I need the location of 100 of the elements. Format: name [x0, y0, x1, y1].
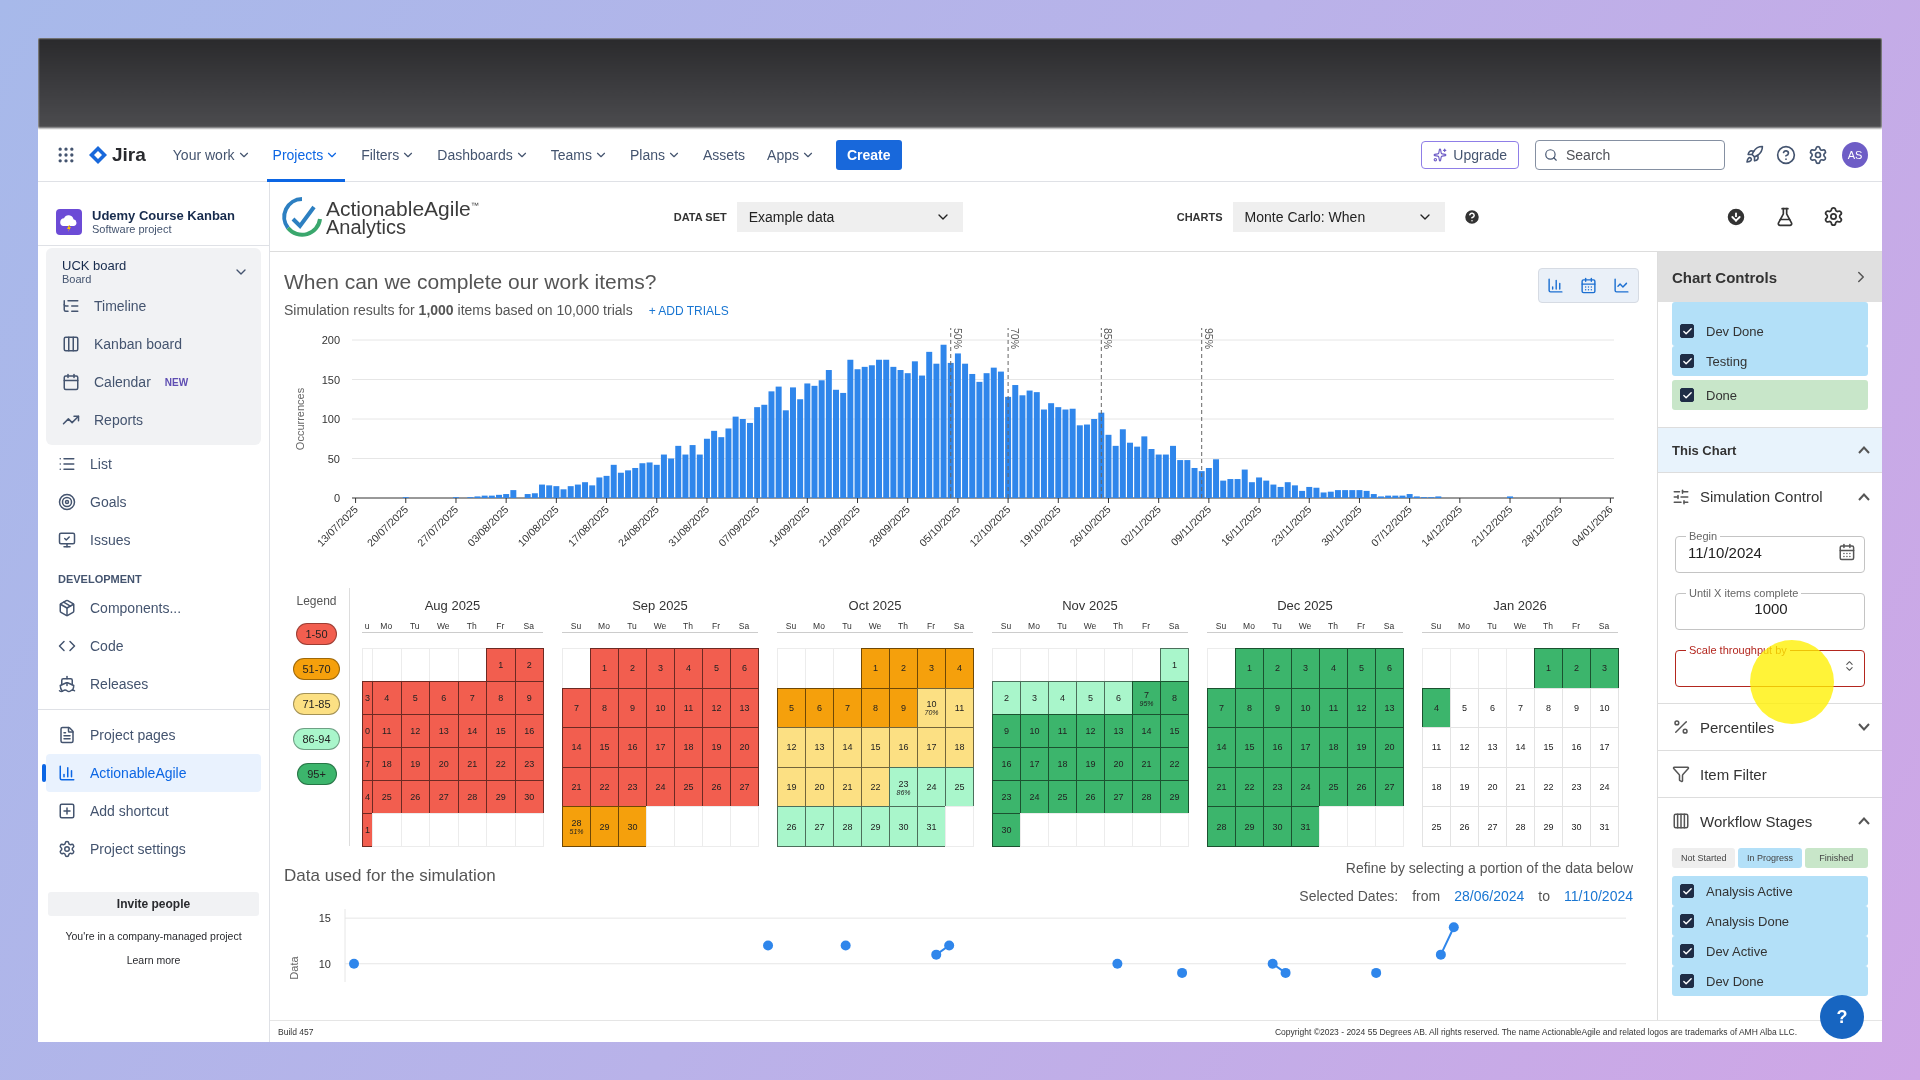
invite-button[interactable]: Invite people — [48, 892, 259, 916]
day-cell: 23 — [514, 747, 544, 781]
day-cell: 25 — [1048, 780, 1077, 814]
day-cell: 6 — [429, 681, 459, 715]
stage-row[interactable]: Testing — [1672, 346, 1868, 376]
tick-label: 100 — [321, 413, 340, 425]
day-cell: 21 — [1132, 747, 1161, 781]
weekday-label: Mo — [372, 619, 401, 633]
weekday-label: Sa — [1590, 619, 1618, 633]
day-cell: 20 — [429, 747, 459, 781]
day-cell: 27 — [429, 780, 459, 814]
board-name: UCK board — [62, 258, 127, 273]
stage-row[interactable]: Dev Active — [1672, 936, 1868, 966]
stage-label: Dev Active — [1706, 943, 1768, 959]
sidebar-item[interactable]: Code — [46, 627, 261, 665]
day-cell: 2 — [1562, 648, 1591, 689]
stage-row[interactable]: Analysis Active — [1672, 876, 1868, 906]
sidebar-item[interactable]: Releases — [46, 665, 261, 703]
day-cell: 30 — [1263, 806, 1292, 847]
day-cell: 27 — [730, 766, 759, 808]
project-type: Software project — [92, 223, 173, 235]
weekday-label: Su — [992, 619, 1020, 633]
day-cell: 28 — [1207, 806, 1236, 847]
field-input[interactable]: 1000 — [1686, 599, 1856, 618]
day-cell: 15 — [861, 727, 890, 768]
field-input[interactable]: 11/10/2024 — [1686, 542, 1839, 562]
day-cell: 3 — [646, 648, 675, 689]
nav-menu[interactable]: Apps — [761, 127, 821, 182]
day-cell: 16 — [889, 727, 918, 768]
stage-row[interactable]: Dev Done — [1672, 302, 1868, 346]
search-field[interactable]: Search — [1535, 139, 1725, 170]
weekday-label: We — [1506, 619, 1534, 633]
dataset-select[interactable]: Example data — [736, 201, 963, 232]
legend-pill: 86-94 — [293, 728, 340, 750]
nav-menu[interactable]: Teams — [544, 127, 614, 182]
nav-menu[interactable]: Plans — [624, 127, 688, 182]
weekday-label: We — [1291, 619, 1319, 633]
nav-menu[interactable]: Your work — [166, 127, 257, 182]
sidebar-item[interactable]: Reports — [50, 401, 257, 439]
add-trials-link[interactable]: + ADD TRIALS — [648, 304, 729, 318]
stage-row[interactable]: Analysis Done — [1672, 906, 1868, 936]
chart-subtitle: Simulation results for 1,000 items based on 10,000 trials — [284, 302, 633, 318]
axis-title: Data — [288, 956, 300, 980]
learn-more-link[interactable]: Learn more — [46, 954, 261, 966]
section-heading: DEVELOPMENT — [57, 572, 143, 587]
to-date-link[interactable]: 11/10/2024 — [1563, 888, 1633, 904]
legend-pill: 95+ — [296, 763, 337, 785]
day-cell: 20 — [1375, 727, 1404, 768]
board-selector[interactable]: UCK board Board — [50, 252, 257, 287]
create-button[interactable]: Create — [835, 139, 902, 170]
board-type: Board — [62, 273, 93, 285]
day-cell: 17 — [646, 727, 675, 768]
nav-menu[interactable]: Filters — [355, 127, 422, 182]
project-note: You're in a company-managed project — [64, 930, 243, 942]
month-title: Sep 2025 — [631, 597, 689, 615]
stage-row[interactable]: Dev Done — [1672, 966, 1868, 996]
help-button[interactable]: ? — [1820, 995, 1864, 1039]
day-cell: 5 — [702, 648, 731, 689]
sidebar-item[interactable]: Kanban board — [50, 325, 257, 363]
sidebar-item[interactable]: Project settings — [46, 830, 261, 868]
weekday-label: Th — [889, 619, 917, 633]
day-cell: 4 — [1319, 648, 1348, 689]
day-number: 23 — [898, 778, 909, 789]
weekday-label: Th — [1104, 619, 1132, 633]
user-avatar[interactable]: AS — [1842, 141, 1868, 168]
nav-menu[interactable]: Projects — [266, 127, 346, 182]
stage-chip: Finished — [1804, 848, 1868, 868]
day-cell: 10 — [1590, 687, 1619, 729]
weekday-label: Mo — [1020, 619, 1048, 633]
nav-menu[interactable]: Assets — [697, 127, 752, 182]
percentile-label: 95% — [1202, 328, 1215, 349]
day-cell: 16 — [618, 727, 647, 768]
sidebar-item[interactable]: List — [46, 445, 261, 483]
stage-chip: Not Started — [1672, 848, 1736, 868]
day-cell: 4 — [945, 648, 974, 689]
sidebar-item[interactable]: Add shortcut — [46, 792, 261, 830]
sidebar-item[interactable]: Timeline — [50, 287, 257, 325]
stage-label: Done — [1706, 387, 1738, 403]
date-field[interactable]: Begin 11/10/2024 — [1675, 530, 1865, 573]
day-cell: 8 — [486, 681, 516, 715]
day-cell: 13 — [1375, 687, 1404, 729]
day-cell: 20 — [730, 727, 759, 768]
day-cell: 16 — [1263, 727, 1292, 768]
sidebar-item[interactable]: Project pages — [46, 716, 261, 754]
sidebar-item[interactable]: Calendar NEW — [50, 363, 257, 401]
this-chart-header[interactable]: This Chart — [1658, 427, 1882, 473]
sidebar-item[interactable]: Goals — [46, 483, 261, 521]
sidebar-item[interactable]: Components... — [46, 589, 261, 627]
day-cell: 6 — [1104, 681, 1133, 715]
weekday-label: Tu — [1048, 619, 1076, 633]
nav-menu[interactable]: Dashboards — [431, 127, 535, 182]
sidebar-item[interactable]: Issues — [46, 521, 261, 559]
chart-controls-header[interactable]: Chart Controls — [1658, 252, 1882, 302]
input-field[interactable]: Until X items complete 1000 — [1675, 587, 1865, 630]
chart-select[interactable]: Monte Carlo: When — [1232, 201, 1445, 232]
stage-row[interactable]: Done — [1672, 380, 1868, 410]
from-date-link[interactable]: 28/06/2024 — [1454, 888, 1525, 904]
day-cell: 21 — [457, 747, 487, 781]
legend-pill: 51-70 — [293, 658, 340, 680]
upgrade-button[interactable]: Upgrade — [1421, 140, 1519, 169]
